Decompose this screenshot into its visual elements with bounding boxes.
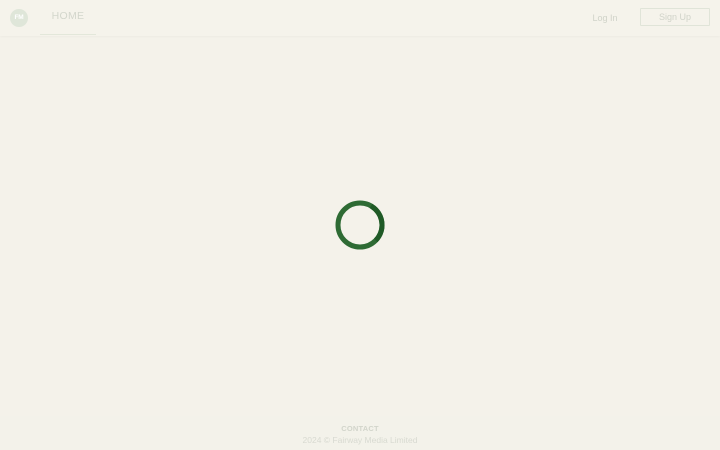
login-link[interactable]: Log In xyxy=(586,10,624,26)
page-footer: CONTACT 2024 © Fairway Media Limited xyxy=(0,416,720,450)
brand-logo[interactable]: FM xyxy=(10,9,28,27)
loading-spinner-icon xyxy=(335,200,385,250)
spinner-arc xyxy=(335,200,385,250)
signup-button[interactable]: Sign Up xyxy=(640,8,710,26)
copyright-text: 2024 © Fairway Media Limited xyxy=(302,435,418,445)
nav-home-link[interactable]: HOME xyxy=(40,0,96,35)
top-navigation-bar: FM HOME Log In Sign Up xyxy=(0,0,720,36)
logo-text: FM xyxy=(14,14,24,21)
contact-link[interactable]: CONTACT xyxy=(0,424,720,433)
